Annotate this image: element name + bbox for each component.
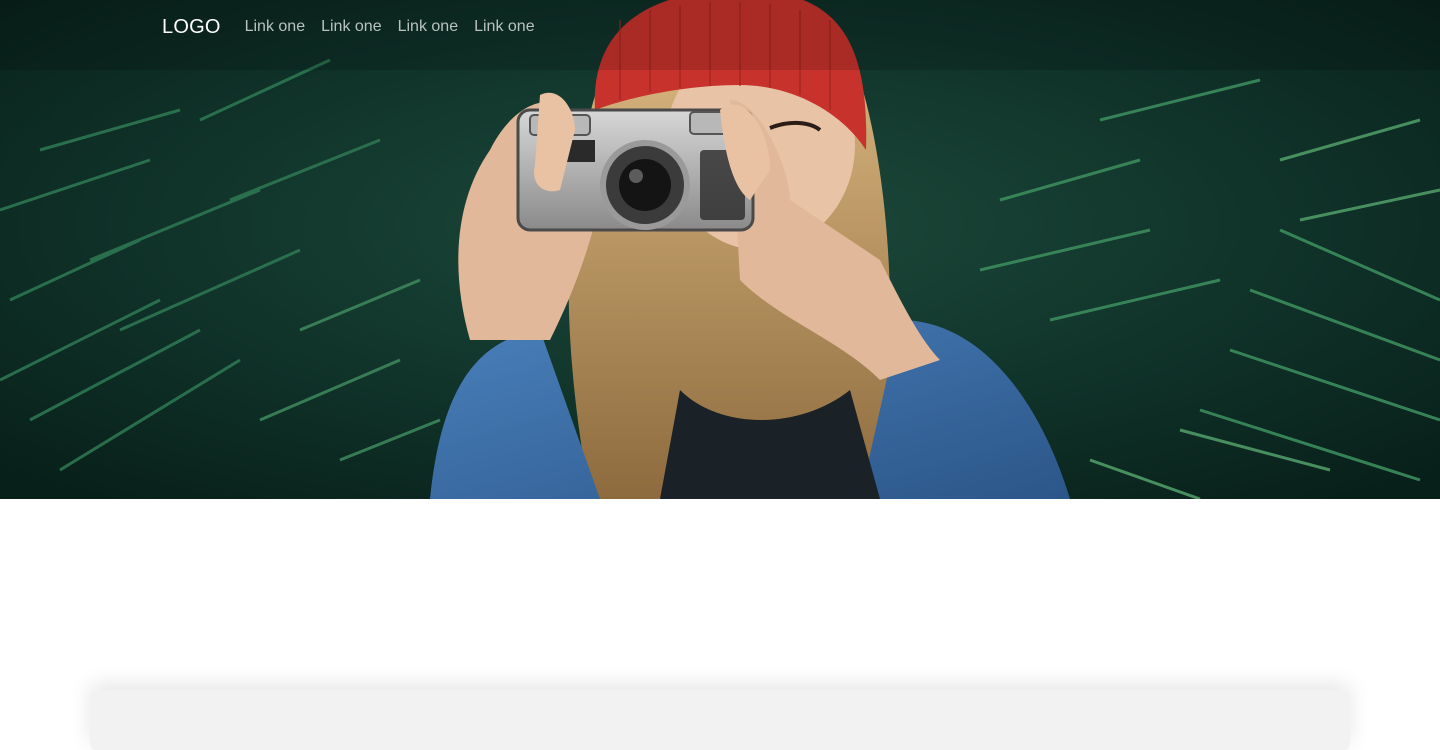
logo-link[interactable]: LOGO bbox=[162, 16, 221, 39]
content-card bbox=[90, 690, 1350, 750]
hero-photo bbox=[0, 0, 1440, 499]
hero-banner: LOGO Link one Link one Link one Link one bbox=[0, 0, 1440, 499]
nav-link-1[interactable]: Link one bbox=[245, 18, 306, 36]
nav-link-4[interactable]: Link one bbox=[474, 18, 535, 36]
main-content-area bbox=[0, 499, 1440, 698]
top-navbar: LOGO Link one Link one Link one Link one bbox=[162, 12, 551, 42]
nav-link-2[interactable]: Link one bbox=[321, 18, 382, 36]
nav-link-3[interactable]: Link one bbox=[398, 18, 459, 36]
